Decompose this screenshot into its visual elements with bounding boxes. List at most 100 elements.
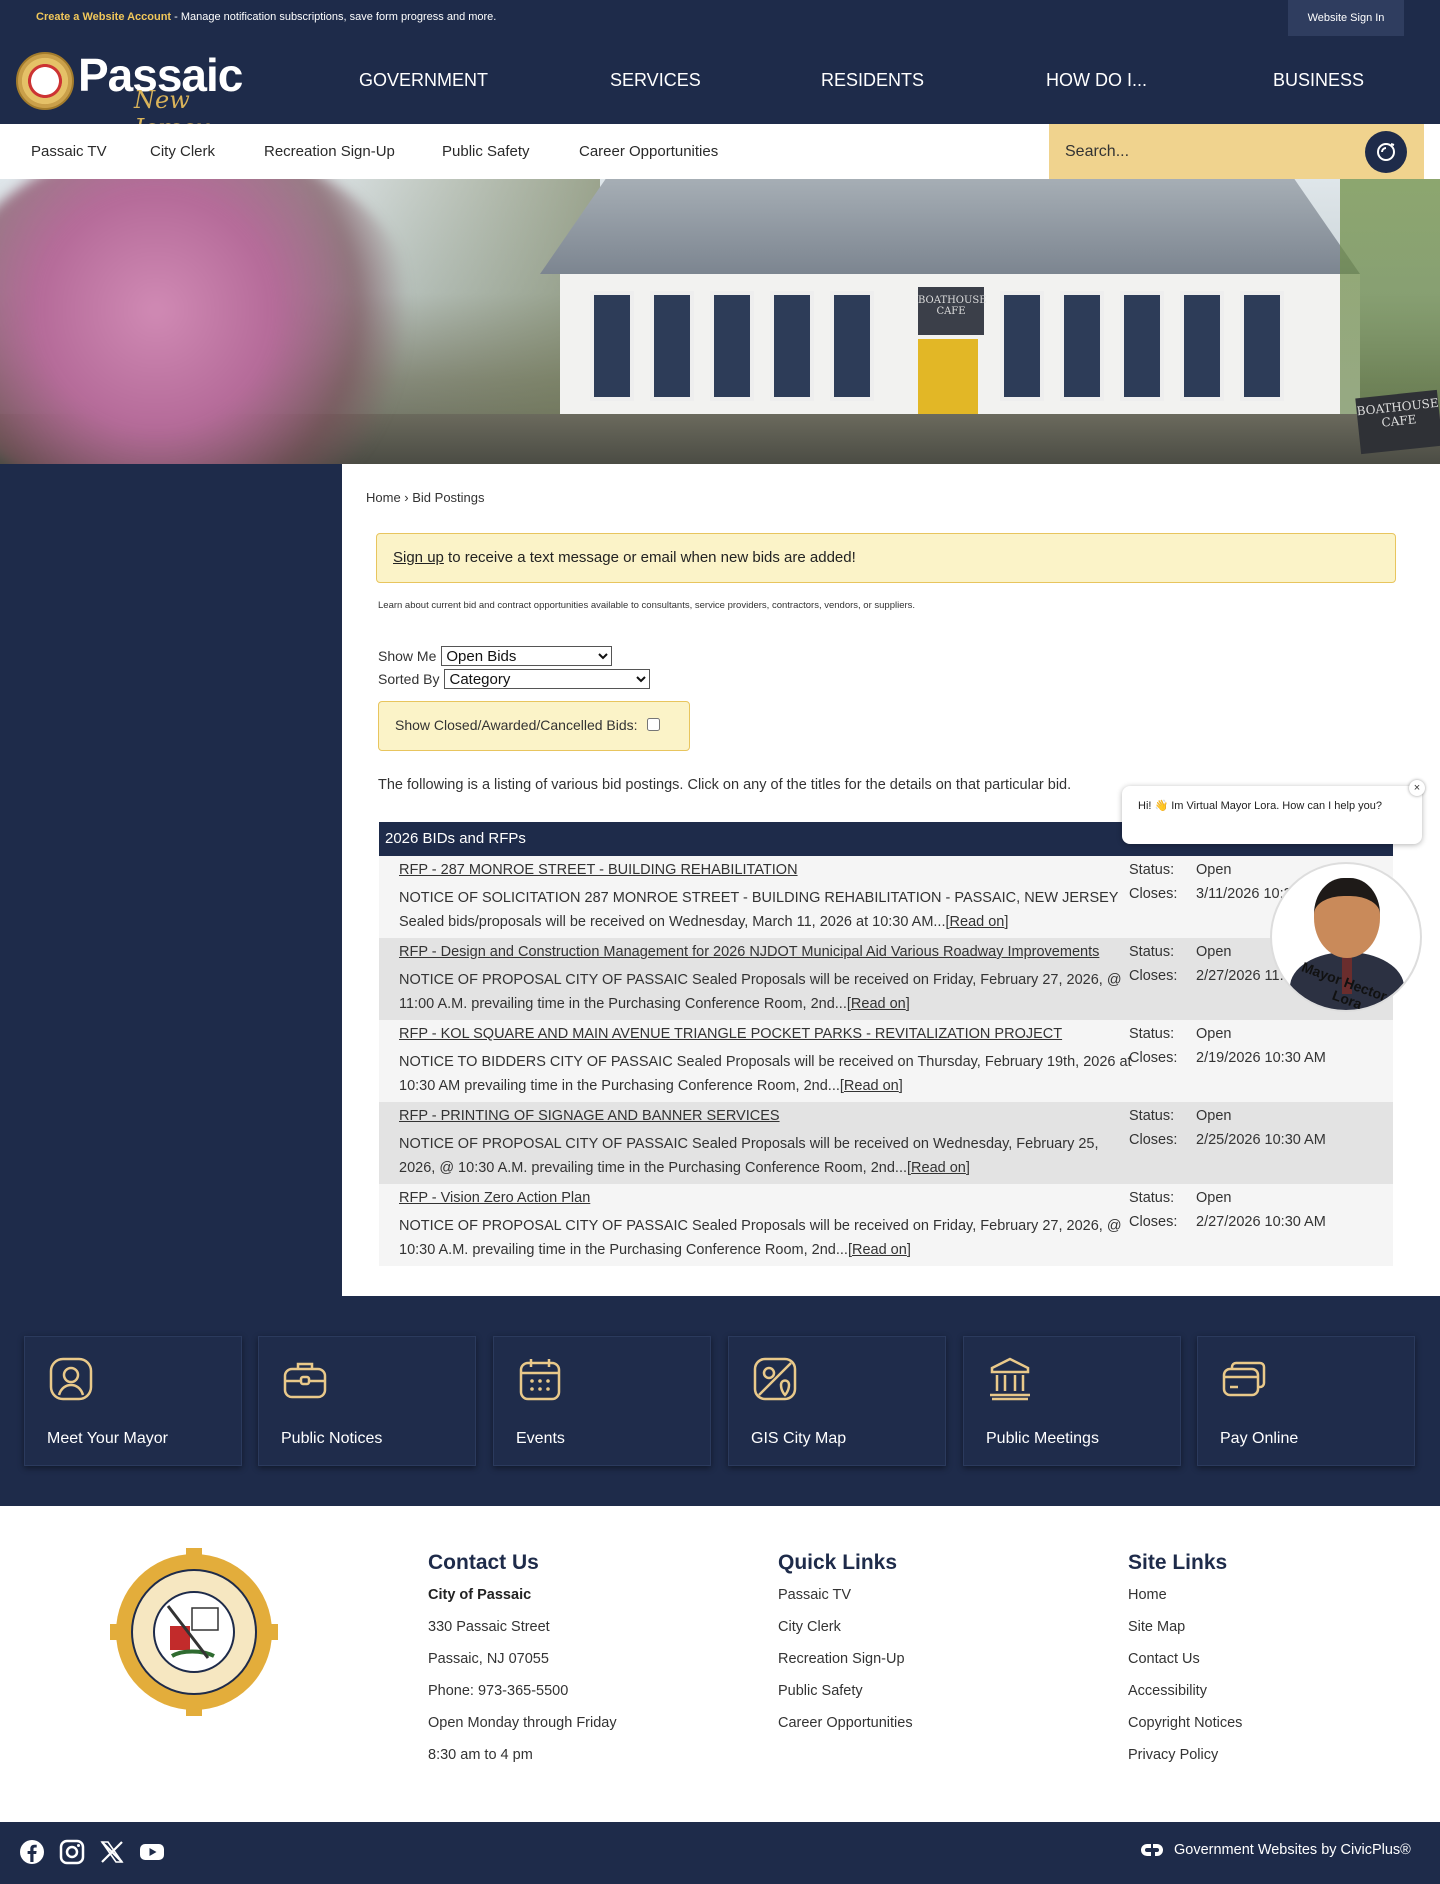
breadcrumb: Home › Bid Postings	[366, 490, 485, 505]
site-link-privacy[interactable]: Privacy Policy	[1128, 1747, 1218, 1763]
virtual-mayor-avatar[interactable]: Mayor Hector C. Lora	[1270, 862, 1422, 1012]
search-input[interactable]	[1065, 124, 1355, 179]
contact-org: City of Passaic	[428, 1587, 532, 1603]
show-closed-box: Show Closed/Awarded/Cancelled Bids:	[378, 701, 690, 751]
read-on-link[interactable]: [Read on]	[847, 996, 910, 1012]
closes-value: 2/27/2026 10:30 AM	[1196, 1214, 1326, 1230]
bid-description: NOTICE OF PROPOSAL CITY OF PASSAIC Seale…	[399, 1218, 1122, 1258]
civicplus-icon	[1141, 1844, 1163, 1856]
table-row: RFP - Vision Zero Action Plan NOTICE OF …	[379, 1184, 1393, 1266]
search-bar	[1049, 124, 1424, 179]
city-seal-icon	[16, 52, 74, 110]
website-sign-in-button[interactable]: Website Sign In	[1288, 0, 1404, 36]
tile-meet-your-mayor[interactable]: Meet Your Mayor	[24, 1336, 242, 1466]
briefcase-icon	[283, 1362, 327, 1399]
contact-times: 8:30 am to 4 pm	[428, 1747, 533, 1763]
x-icon[interactable]	[98, 1838, 126, 1866]
tile-pay-online[interactable]: Pay Online	[1197, 1336, 1415, 1466]
tile-label: Pay Online	[1220, 1430, 1299, 1447]
tile-label: Events	[516, 1430, 565, 1447]
read-on-link[interactable]: [Read on]	[848, 1242, 911, 1258]
subnav-career-opportunities[interactable]: Career Opportunities	[579, 143, 718, 160]
status-label: Status:	[1129, 1190, 1175, 1206]
site-link-copyright[interactable]: Copyright Notices	[1128, 1715, 1242, 1731]
subnav-recreation-sign-up[interactable]: Recreation Sign-Up	[264, 143, 395, 160]
closes-value: 2/19/2026 10:30 AM	[1196, 1050, 1326, 1066]
bid-description: NOTICE TO BIDDERS CITY OF PASSAIC Sealed…	[399, 1054, 1132, 1094]
contact-hours: Open Monday through Friday	[428, 1715, 617, 1731]
tile-public-notices[interactable]: Public Notices	[258, 1336, 476, 1466]
contact-address: 330 Passaic Street	[428, 1619, 550, 1635]
quick-link-public-safety[interactable]: Public Safety	[778, 1683, 863, 1699]
youtube-icon[interactable]	[138, 1838, 166, 1866]
bid-title[interactable]: RFP - PRINTING OF SIGNAGE AND BANNER SER…	[399, 1108, 780, 1124]
nav-residents[interactable]: RESIDENTS	[821, 36, 961, 124]
top-bar: Create a Website Account - Manage notifi…	[0, 0, 1440, 36]
status-label: Status:	[1129, 862, 1175, 878]
closes-label: Closes:	[1129, 968, 1178, 984]
subnav-public-safety[interactable]: Public Safety	[442, 143, 530, 160]
breadcrumb-current[interactable]: Bid Postings	[412, 490, 484, 505]
status-label: Status:	[1129, 1026, 1175, 1042]
tile-public-meetings[interactable]: Public Meetings	[963, 1336, 1181, 1466]
show-closed-checkbox[interactable]	[646, 718, 660, 731]
quick-link-careers[interactable]: Career Opportunities	[778, 1715, 913, 1731]
quick-link-passaic-tv[interactable]: Passaic TV	[778, 1587, 851, 1603]
status-value: Open	[1196, 862, 1232, 878]
table-row: RFP - Design and Construction Management…	[379, 938, 1393, 1020]
site-links-heading: Site Links	[1128, 1551, 1228, 1574]
chat-bubble[interactable]: Hi! 👋 Im Virtual Mayor Lora. How can I h…	[1122, 786, 1422, 844]
read-on-link[interactable]: [Read on]	[840, 1078, 903, 1094]
sign-up-link[interactable]: Sign up	[393, 549, 444, 566]
status-label: Status:	[1129, 1108, 1175, 1124]
bid-filters: Show Me Open Bids Sorted By Category	[378, 644, 651, 690]
boathouse-cafe-sign-2: BOATHOUSE CAFE	[1355, 389, 1440, 455]
site-link-contact-us[interactable]: Contact Us	[1128, 1651, 1200, 1667]
site-link-site-map[interactable]: Site Map	[1128, 1619, 1185, 1635]
site-header: Passaic New Jersey GOVERNMENT SERVICES R…	[0, 36, 1440, 142]
nav-government[interactable]: GOVERNMENT	[359, 36, 519, 124]
bid-title[interactable]: RFP - 287 MONROE STREET - BUILDING REHAB…	[399, 862, 798, 878]
person-icon	[49, 1357, 93, 1401]
instagram-icon[interactable]	[58, 1838, 86, 1866]
nav-business[interactable]: BUSINESS	[1273, 36, 1393, 124]
site-link-accessibility[interactable]: Accessibility	[1128, 1683, 1207, 1699]
tile-gis-city-map[interactable]: GIS City Map	[728, 1336, 946, 1466]
contact-phone: Phone: 973-365-5500	[428, 1683, 569, 1699]
facebook-icon[interactable]	[18, 1838, 46, 1866]
tile-label: GIS City Map	[751, 1430, 847, 1447]
read-on-link[interactable]: [Read on]	[907, 1160, 970, 1176]
bid-table: 2026 BIDs and RFPs RFP - 287 MONROE STRE…	[379, 822, 1393, 1266]
table-row: RFP - KOL SQUARE AND MAIN AVENUE TRIANGL…	[379, 1020, 1393, 1102]
hero-image: BOATHOUSE CAFE BOATHOUSE CAFE	[0, 179, 1440, 464]
sorted-by-select[interactable]: Category	[444, 668, 651, 689]
chat-close-icon[interactable]: ×	[1409, 780, 1425, 796]
site-link-home[interactable]: Home	[1128, 1587, 1167, 1603]
bid-title[interactable]: RFP - KOL SQUARE AND MAIN AVENUE TRIANGL…	[399, 1026, 1062, 1042]
subnav-city-clerk[interactable]: City Clerk	[150, 143, 215, 160]
subnav-passaic-tv[interactable]: Passaic TV	[31, 143, 107, 160]
quick-link-recreation[interactable]: Recreation Sign-Up	[778, 1651, 905, 1667]
nav-services[interactable]: SERVICES	[610, 36, 730, 124]
tile-events[interactable]: Events	[493, 1336, 711, 1466]
closes-label: Closes:	[1129, 886, 1178, 902]
show-me-select[interactable]: Open Bids	[441, 645, 613, 666]
footer-quick-links: Quick Links Passaic TV City Clerk Recrea…	[778, 1551, 913, 1747]
create-account-link[interactable]: Create a Website Account	[36, 11, 171, 23]
civicplus-credit[interactable]: Government Websites by CivicPlus®	[1138, 1842, 1411, 1858]
passaic-logo[interactable]: Passaic New Jersey	[16, 46, 266, 142]
bid-title[interactable]: RFP - Design and Construction Management…	[399, 944, 1099, 960]
contact-heading: Contact Us	[428, 1551, 539, 1574]
contact-city: Passaic, NJ 07055	[428, 1651, 549, 1667]
bid-description: NOTICE OF PROPOSAL CITY OF PASSAIC Seale…	[399, 1136, 1099, 1176]
nav-how-do-i[interactable]: HOW DO I...	[1046, 36, 1196, 124]
closes-label: Closes:	[1129, 1050, 1178, 1066]
left-sidebar	[0, 464, 342, 1296]
breadcrumb-home[interactable]: Home	[366, 490, 401, 505]
bid-title[interactable]: RFP - Vision Zero Action Plan	[399, 1190, 590, 1206]
closes-value: 2/25/2026 10:30 AM	[1196, 1132, 1326, 1148]
quick-link-city-clerk[interactable]: City Clerk	[778, 1619, 841, 1635]
search-button[interactable]	[1365, 131, 1407, 173]
read-on-link[interactable]: [Read on]	[946, 914, 1009, 930]
status-label: Status:	[1129, 944, 1175, 960]
